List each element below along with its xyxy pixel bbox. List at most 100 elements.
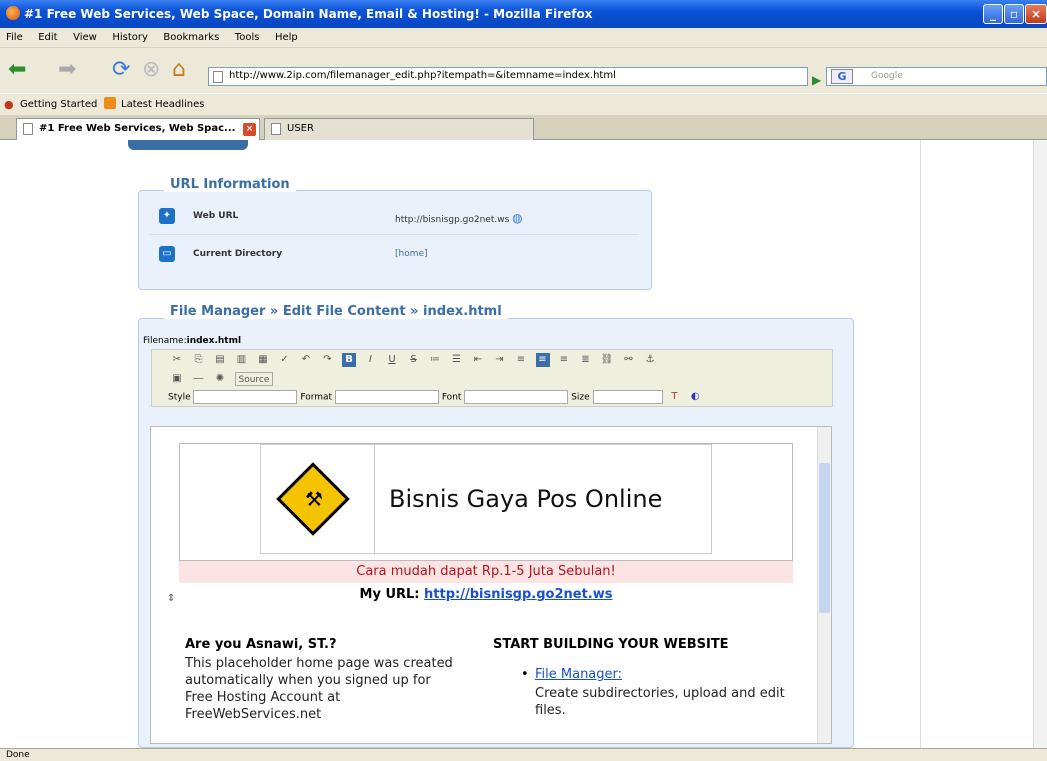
- menu-help[interactable]: Help: [269, 28, 304, 43]
- greeting-heading: Are you Asnawi, ST.?: [185, 637, 337, 652]
- bookmark-getting-started[interactable]: Getting Started: [20, 99, 97, 110]
- flash-icon[interactable]: ✺: [213, 372, 227, 386]
- menu-bar: File Edit View History Bookmarks Tools H…: [0, 28, 1047, 48]
- current-directory-link[interactable]: [home]: [395, 249, 428, 259]
- paste-word-icon[interactable]: ▦: [256, 353, 270, 367]
- size-select[interactable]: [592, 390, 663, 404]
- back-arrow-icon[interactable]: ⬅: [8, 56, 26, 84]
- tagline: Cara mudah dapat Rp.1-5 Juta Sebulan!: [179, 561, 793, 583]
- anchor-icon[interactable]: ⚓: [643, 353, 657, 367]
- forward-arrow-icon[interactable]: ➡: [58, 56, 76, 84]
- source-button[interactable]: Source: [234, 372, 274, 386]
- justify-icon[interactable]: ≣: [579, 353, 593, 367]
- toolbar-row-1: ✂ ⎘ ▤ ▥ ▦ ✓ ↶ ↷ B I U S ≔ ☰ ⇤ ⇥ ≡ ≡ ≡ ≣: [168, 353, 659, 367]
- outdent-icon[interactable]: ⇤: [471, 353, 485, 367]
- url-input[interactable]: http://www.2ip.com/filemanager_edit.php?…: [208, 67, 808, 86]
- home-icon[interactable]: ⌂: [172, 56, 186, 84]
- search-input[interactable]: G Google: [826, 67, 1047, 86]
- filename-value: index.html: [186, 336, 242, 346]
- google-icon[interactable]: G: [831, 69, 853, 84]
- placeholder-text: This placeholder home page was created a…: [185, 656, 453, 722]
- page-icon: [271, 123, 281, 135]
- close-button[interactable]: ×: [1025, 4, 1047, 24]
- worker-icon: ⚒: [305, 487, 323, 511]
- menu-history[interactable]: History: [106, 28, 154, 43]
- url-information-legend: URL Information: [164, 177, 296, 192]
- background-color-icon[interactable]: ◐: [688, 390, 702, 404]
- bookmarks-toolbar: ● Getting Started Latest Headlines: [0, 93, 1047, 115]
- text-color-icon[interactable]: T: [667, 390, 681, 404]
- stop-icon[interactable]: ⊗: [142, 56, 160, 84]
- paste-icon[interactable]: ▤: [213, 353, 227, 367]
- menu-tools[interactable]: Tools: [229, 28, 266, 43]
- menu-view[interactable]: View: [67, 28, 103, 43]
- indent-icon[interactable]: ⇥: [493, 353, 507, 367]
- menu-bookmarks[interactable]: Bookmarks: [157, 28, 225, 43]
- bookmark-latest-headlines[interactable]: Latest Headlines: [121, 99, 205, 110]
- status-text: Done: [6, 750, 30, 760]
- page-scrollbar[interactable]: [1033, 140, 1047, 748]
- resize-handle-icon[interactable]: ⇕: [167, 593, 175, 604]
- align-center-icon[interactable]: ≡: [535, 353, 550, 367]
- tab-user[interactable]: USER: [264, 118, 534, 140]
- align-left-icon[interactable]: ≡: [514, 353, 528, 367]
- right-column-divider: [920, 140, 921, 748]
- copy-icon[interactable]: ⎘: [192, 353, 206, 367]
- my-url-label: My URL:: [359, 587, 420, 602]
- page-icon: [213, 71, 223, 83]
- reload-icon[interactable]: ⟳: [112, 56, 130, 84]
- editor-scrollbar[interactable]: [817, 427, 831, 743]
- web-url-label: Web URL: [193, 211, 239, 221]
- logo-cell: ⚒: [261, 445, 375, 555]
- underline-icon[interactable]: U: [385, 353, 399, 367]
- editor-scroll-thumb[interactable]: [819, 463, 830, 613]
- unordered-list-icon[interactable]: ☰: [450, 353, 464, 367]
- maximize-button[interactable]: ▫: [1004, 4, 1024, 24]
- start-building-heading: START BUILDING YOUR WEBSITE: [493, 637, 729, 652]
- tab-strip: #1 Free Web Services, Web Spac... × USER: [0, 115, 1047, 140]
- menu-edit[interactable]: Edit: [32, 28, 63, 43]
- redo-icon[interactable]: ↷: [321, 353, 335, 367]
- link-icon[interactable]: ⛓: [600, 353, 614, 367]
- style-select[interactable]: [193, 390, 298, 404]
- align-right-icon[interactable]: ≡: [557, 353, 571, 367]
- toolbar-row-3: Style Format Font Size T ◐: [168, 390, 704, 404]
- firefox-bookmark-icon: ●: [4, 98, 14, 111]
- rss-icon: [104, 97, 116, 109]
- paste-text-icon[interactable]: ▥: [235, 353, 249, 367]
- horizontal-rule-icon[interactable]: ―: [192, 372, 206, 386]
- font-select[interactable]: [464, 390, 569, 404]
- menu-file[interactable]: File: [0, 28, 29, 43]
- strikethrough-icon[interactable]: S: [407, 353, 421, 367]
- banner-box: ⚒ Bisnis Gaya Pos Online: [179, 443, 793, 561]
- cut-icon[interactable]: ✂: [170, 353, 184, 367]
- format-label: Format: [300, 392, 333, 403]
- image-icon[interactable]: ▣: [170, 372, 184, 386]
- top-tab-stub: [128, 140, 248, 150]
- file-manager-description: Create subdirectories, upload and edit f…: [535, 686, 785, 718]
- banner-inner: ⚒ Bisnis Gaya Pos Online: [260, 444, 712, 555]
- unlink-icon[interactable]: ⚯: [622, 353, 636, 367]
- file-manager-link[interactable]: File Manager:: [535, 667, 622, 682]
- globe-icon[interactable]: ◍: [512, 211, 522, 225]
- spellcheck-icon[interactable]: ✓: [278, 353, 292, 367]
- bullet-icon: •: [521, 667, 529, 682]
- close-tab-icon[interactable]: ×: [243, 123, 256, 136]
- go-icon[interactable]: ▶: [812, 66, 821, 94]
- italic-icon[interactable]: I: [364, 353, 378, 367]
- editor-content-area[interactable]: ⚒ Bisnis Gaya Pos Online Cara mudah dapa…: [150, 426, 832, 744]
- tab-free-web-services[interactable]: #1 Free Web Services, Web Spac... ×: [16, 118, 260, 140]
- undo-icon[interactable]: ↶: [299, 353, 313, 367]
- status-bar: Done: [0, 748, 1047, 761]
- folder-icon: ▭: [159, 246, 175, 262]
- banner-title: Bisnis Gaya Pos Online: [389, 485, 663, 513]
- page-icon: [23, 123, 33, 135]
- bold-icon[interactable]: B: [342, 353, 356, 367]
- url-text: http://www.2ip.com/filemanager_edit.php?…: [229, 70, 616, 81]
- format-select[interactable]: [334, 390, 439, 404]
- ordered-list-icon[interactable]: ≔: [428, 353, 442, 367]
- size-label: Size: [571, 392, 590, 403]
- minimize-button[interactable]: _: [983, 4, 1003, 24]
- my-url-link[interactable]: http://bisnisgp.go2net.ws: [424, 587, 612, 602]
- file-manager-legend: File Manager » Edit File Content » index…: [164, 304, 508, 319]
